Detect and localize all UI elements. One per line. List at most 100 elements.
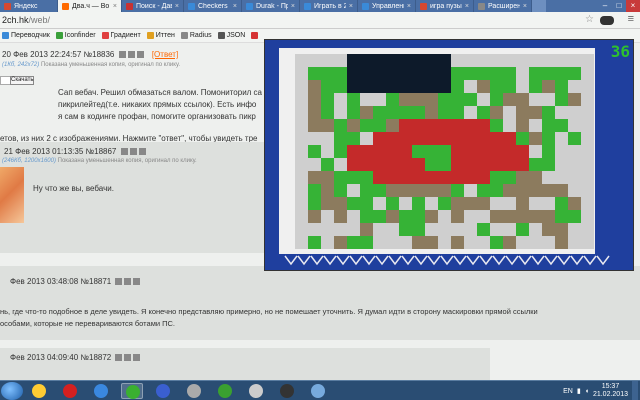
board-tile[interactable] [503, 171, 516, 184]
language-indicator[interactable]: EN [563, 388, 573, 395]
board-tile[interactable] [477, 93, 490, 106]
board-tile[interactable] [412, 106, 425, 119]
board-tile[interactable] [425, 132, 438, 145]
board-tile[interactable] [542, 171, 555, 184]
board-tile[interactable] [568, 80, 581, 93]
board-tile[interactable] [503, 158, 516, 171]
board-tile[interactable] [308, 171, 321, 184]
close-icon[interactable]: × [291, 3, 295, 10]
board-tile[interactable] [399, 197, 412, 210]
board-tile[interactable] [490, 184, 503, 197]
board-tile[interactable] [581, 67, 594, 80]
board-tile[interactable] [295, 93, 308, 106]
board-tile[interactable] [581, 106, 594, 119]
board-tile[interactable] [321, 171, 334, 184]
board-tile[interactable] [581, 80, 594, 93]
board-tile[interactable] [438, 132, 451, 145]
post-number[interactable]: №18871 [80, 277, 111, 286]
board-tile[interactable] [321, 197, 334, 210]
board-tile[interactable] [555, 119, 568, 132]
board-tile[interactable] [477, 197, 490, 210]
board-tile[interactable] [425, 236, 438, 249]
board-tile[interactable] [529, 223, 542, 236]
board-tile[interactable] [555, 106, 568, 119]
board-tile[interactable] [464, 210, 477, 223]
board-tile[interactable] [425, 67, 438, 80]
board-tile[interactable] [308, 119, 321, 132]
board-tile[interactable] [451, 67, 464, 80]
board-tile[interactable] [568, 158, 581, 171]
bookmark-itten[interactable]: Иттен [146, 32, 175, 39]
board-tile[interactable] [568, 145, 581, 158]
board-tile[interactable] [360, 80, 373, 93]
board-tile[interactable] [321, 223, 334, 236]
board-tile[interactable] [295, 197, 308, 210]
board-tile[interactable] [412, 145, 425, 158]
board-tile[interactable] [490, 236, 503, 249]
opera-app[interactable] [59, 383, 81, 399]
board-tile[interactable] [399, 80, 412, 93]
board-tile[interactable] [555, 54, 568, 67]
board-tile[interactable] [386, 93, 399, 106]
board-tile[interactable] [568, 210, 581, 223]
board-tile[interactable] [412, 132, 425, 145]
close-icon[interactable]: × [113, 3, 117, 10]
board-tile[interactable] [399, 67, 412, 80]
board-tile[interactable] [464, 54, 477, 67]
board-tile[interactable] [438, 197, 451, 210]
hide-icon[interactable] [115, 354, 123, 362]
board-tile[interactable] [373, 80, 386, 93]
board-tile[interactable] [425, 158, 438, 171]
board-tile[interactable] [373, 93, 386, 106]
board-tile[interactable] [542, 67, 555, 80]
board-tile[interactable] [399, 171, 412, 184]
board-tile[interactable] [542, 197, 555, 210]
board-tile[interactable] [386, 67, 399, 80]
board-tile[interactable] [451, 236, 464, 249]
board-tile[interactable] [451, 158, 464, 171]
board-tile[interactable] [451, 210, 464, 223]
board-tile[interactable] [334, 67, 347, 80]
board-tile[interactable] [321, 210, 334, 223]
board-tile[interactable] [373, 171, 386, 184]
board-tile[interactable] [516, 93, 529, 106]
board-tile[interactable] [360, 158, 373, 171]
board-tile[interactable] [555, 236, 568, 249]
board-tile[interactable] [308, 223, 321, 236]
board-tile[interactable] [529, 145, 542, 158]
board-tile[interactable] [295, 171, 308, 184]
board-tile[interactable] [542, 119, 555, 132]
board-tile[interactable] [347, 132, 360, 145]
board-tile[interactable] [308, 132, 321, 145]
post-number[interactable]: №18867 [86, 147, 117, 156]
download-button[interactable]: Скачать [10, 76, 34, 85]
board-tile[interactable] [542, 132, 555, 145]
board-tile[interactable] [568, 197, 581, 210]
hide-icon[interactable] [118, 51, 126, 59]
board-tile[interactable] [503, 132, 516, 145]
board-tile[interactable] [503, 80, 516, 93]
board-tile[interactable] [373, 132, 386, 145]
board-tile[interactable] [490, 106, 503, 119]
report-icon[interactable] [124, 354, 132, 362]
board-tile[interactable] [581, 93, 594, 106]
board-tile[interactable] [295, 80, 308, 93]
board-tile[interactable] [321, 132, 334, 145]
tab-search[interactable]: Поиск - Дав × [122, 0, 184, 12]
board-tile[interactable] [425, 197, 438, 210]
board-tile[interactable] [503, 184, 516, 197]
board-tile[interactable] [490, 223, 503, 236]
board-tile[interactable] [360, 223, 373, 236]
board-tile[interactable] [438, 145, 451, 158]
board-tile[interactable] [347, 54, 360, 67]
board-tile[interactable] [529, 210, 542, 223]
board-tile[interactable] [321, 93, 334, 106]
chrome-app[interactable] [121, 383, 143, 399]
board-tile[interactable] [490, 119, 503, 132]
board-tile[interactable] [555, 184, 568, 197]
board-tile[interactable] [295, 54, 308, 67]
board-tile[interactable] [568, 236, 581, 249]
board-tile[interactable] [295, 106, 308, 119]
board-tile[interactable] [438, 80, 451, 93]
board-tile[interactable] [464, 197, 477, 210]
